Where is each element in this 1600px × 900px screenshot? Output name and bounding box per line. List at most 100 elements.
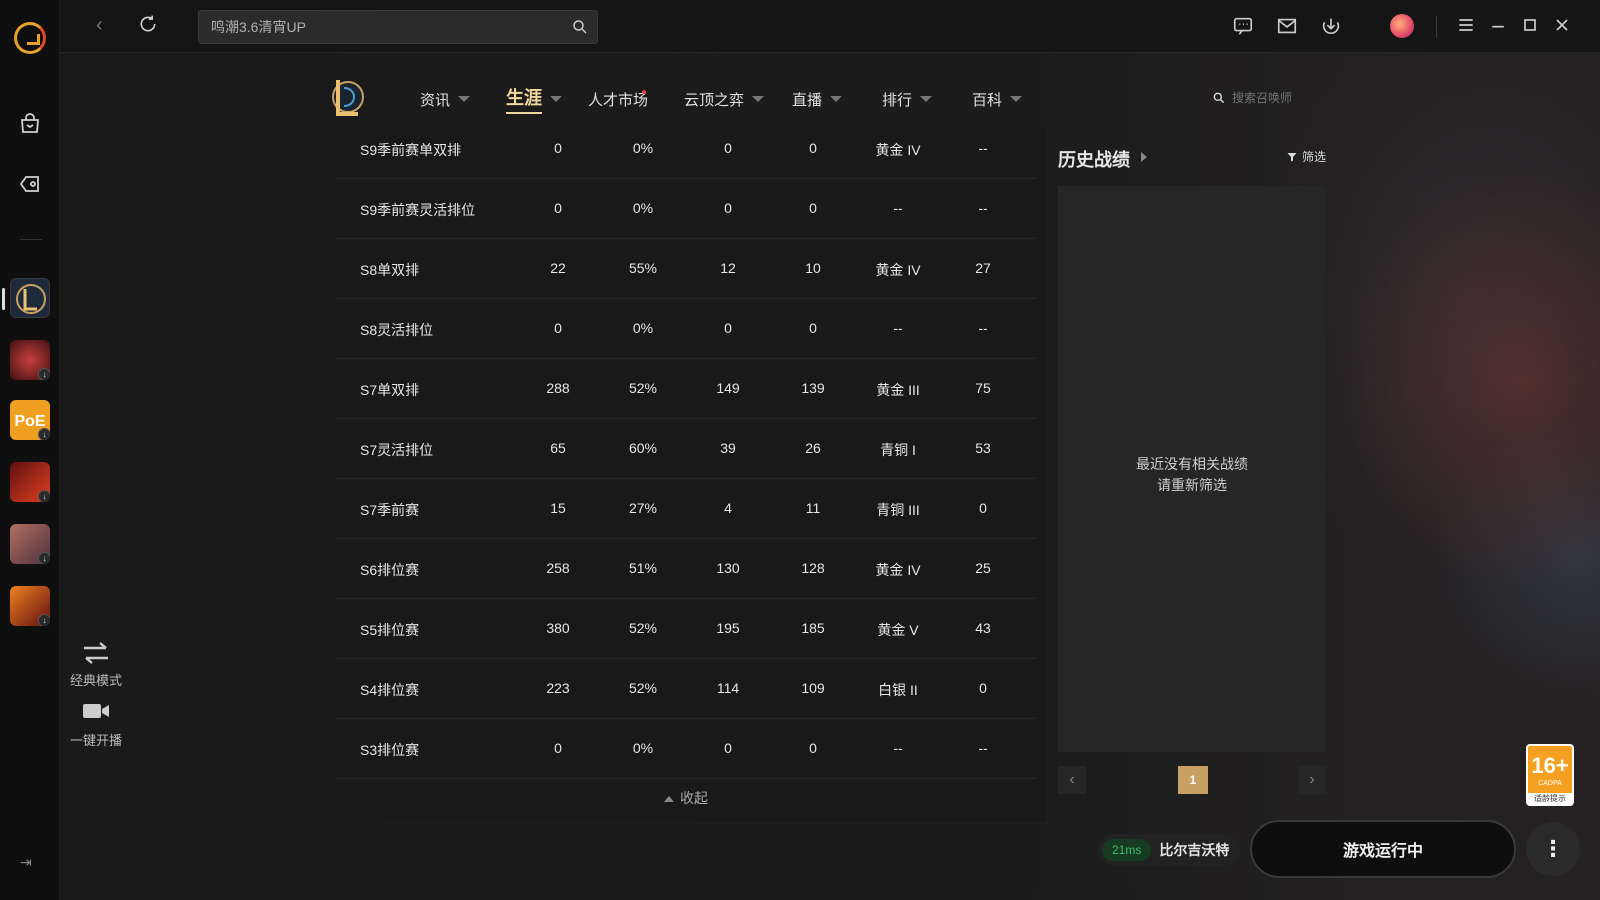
filter-icon: [1287, 152, 1297, 161]
top-nav: 资讯 生涯 人才市场 云顶之弈 直播 排行 百科: [420, 84, 1042, 114]
nav-wiki[interactable]: 百科: [972, 84, 1042, 114]
collapse-label: 收起: [680, 790, 708, 806]
nav-label: 生涯: [506, 84, 542, 114]
table-cell: 0: [979, 680, 987, 696]
search-icon[interactable]: [571, 18, 589, 36]
table-cell: 黄金 IV: [875, 262, 921, 278]
table-cell: 52%: [628, 620, 658, 636]
history-empty-message: 最近没有相关战绩 请重新筛选: [1058, 454, 1326, 496]
game-tile-2[interactable]: ↓: [10, 340, 50, 380]
table-cell: 0: [554, 740, 562, 756]
table-row: S8灵活排位 0 0% 0 0 -- --: [336, 299, 1036, 359]
download-icon: ↓: [38, 490, 50, 502]
filter-button[interactable]: 筛选: [1286, 148, 1326, 165]
season-name: S7灵活排位: [360, 442, 434, 458]
nav-label: 排行: [882, 91, 913, 109]
app-logo-icon[interactable]: [14, 22, 46, 54]
age-rating-badge[interactable]: 16+ CADPA 适龄提示: [1526, 744, 1574, 806]
nav-news[interactable]: 资讯: [420, 84, 506, 114]
table-cell: 0: [724, 740, 732, 756]
history-title[interactable]: 历史战绩: [1058, 146, 1130, 172]
lol-logo-icon[interactable]: [328, 74, 368, 120]
active-indicator: [2, 288, 5, 310]
table-row: S6排位赛 258 51% 130 128 黄金 IV 25: [336, 539, 1036, 599]
close-icon[interactable]: [1552, 15, 1576, 39]
empty-line-1: 最近没有相关战绩: [1136, 456, 1248, 472]
one-click-live-button[interactable]: 一键开播: [68, 700, 124, 749]
page-button[interactable]: 1: [1178, 766, 1208, 794]
download-icon: ↓: [38, 428, 50, 440]
nav-talent-market[interactable]: 人才市场: [588, 84, 684, 114]
search-icon[interactable]: [1212, 90, 1226, 106]
table-cell: 12: [720, 260, 736, 276]
refresh-icon[interactable]: [138, 14, 162, 38]
collapse-sidebar-icon[interactable]: ⇥: [20, 854, 38, 872]
table-cell: 27: [975, 260, 991, 276]
table-row: S9季前赛单双排 0 0% 0 0 黄金 IV --: [336, 119, 1036, 179]
global-search[interactable]: [198, 10, 598, 44]
game-tile-lol[interactable]: [10, 278, 50, 318]
search-input[interactable]: [211, 11, 561, 43]
mail-icon[interactable]: [1276, 15, 1300, 39]
table-cell: 0: [724, 140, 732, 156]
server-selector[interactable]: 21ms 比尔吉沃特: [1098, 834, 1240, 866]
next-page-button[interactable]: ›: [1298, 766, 1326, 794]
age-rating-value: 16+: [1531, 753, 1569, 778]
table-cell: 0: [554, 320, 562, 336]
prev-page-button[interactable]: ‹: [1058, 766, 1086, 794]
back-icon[interactable]: ‹: [96, 14, 120, 38]
table-cell: 0: [809, 320, 817, 336]
chevron-down-icon: [920, 96, 933, 102]
more-options-icon[interactable]: ⋮: [1526, 822, 1580, 876]
collapse-button[interactable]: 收起: [326, 788, 1046, 808]
nav-tft[interactable]: 云顶之弈: [684, 84, 792, 114]
table-cell: 0: [554, 200, 562, 216]
gift-tag-icon[interactable]: [16, 170, 44, 198]
season-name: S8灵活排位: [360, 322, 434, 338]
table-cell: 43: [975, 620, 991, 636]
table-cell: 258: [546, 560, 570, 576]
nav-label: 百科: [972, 91, 1003, 109]
maximize-icon[interactable]: [1520, 15, 1544, 39]
game-tile-poe[interactable]: PoE ↓: [10, 400, 50, 440]
chevron-right-icon[interactable]: [1141, 152, 1147, 162]
table-cell: 53: [975, 440, 991, 456]
table-cell: 130: [716, 560, 740, 576]
table-row: S4排位赛 223 52% 114 109 白银 II 0: [336, 659, 1036, 719]
nav-ranking[interactable]: 排行: [882, 84, 972, 114]
empty-line-2: 请重新筛选: [1157, 477, 1227, 493]
nav-live[interactable]: 直播: [792, 84, 882, 114]
minimize-icon[interactable]: [1488, 15, 1512, 39]
nav-career[interactable]: 生涯: [506, 84, 588, 114]
menu-icon[interactable]: [1456, 15, 1480, 39]
download-manager-icon[interactable]: [1320, 15, 1344, 39]
classic-mode-button[interactable]: 经典模式: [68, 640, 124, 689]
table-cell: 0: [809, 740, 817, 756]
summoner-search-input[interactable]: [1232, 91, 1322, 105]
chat-icon[interactable]: [1232, 15, 1256, 39]
download-icon: ↓: [38, 368, 50, 380]
season-stats-table: S9季前赛单双排 0 0% 0 0 黄金 IV -- S9季前赛灵活排位 0 0% 0 0 -- -- S8…: [326, 128, 1046, 822]
season-name: S5排位赛: [360, 622, 420, 638]
launch-game-button[interactable]: 游戏运行中: [1250, 820, 1516, 878]
game-tile-4[interactable]: ↓: [10, 462, 50, 502]
table-cell: 52%: [628, 680, 658, 696]
chevron-right-icon: ›: [1309, 771, 1315, 788]
history-list: 最近没有相关战绩 请重新筛选: [1058, 186, 1326, 752]
table-cell: 22: [550, 260, 566, 276]
summoner-search[interactable]: [1212, 86, 1322, 110]
classic-mode-label: 经典模式: [69, 673, 122, 688]
left-rail: ↓ PoE ↓ ↓ ↓ ↓ ⇥: [0, 0, 60, 900]
server-name: 比尔吉沃特: [1159, 842, 1230, 858]
chevron-down-icon: [550, 96, 562, 102]
table-cell: 0: [554, 140, 562, 156]
table-cell: 185: [801, 620, 825, 636]
game-tile-6[interactable]: ↓: [10, 586, 50, 626]
table-cell: 149: [716, 380, 740, 396]
game-tile-5[interactable]: ↓: [10, 524, 50, 564]
table-cell: 0: [724, 200, 732, 216]
user-avatar[interactable]: [1390, 14, 1414, 38]
season-name: S9季前赛单双排: [360, 142, 462, 158]
shop-bag-icon[interactable]: [16, 110, 44, 138]
table-cell: 55%: [628, 260, 658, 276]
